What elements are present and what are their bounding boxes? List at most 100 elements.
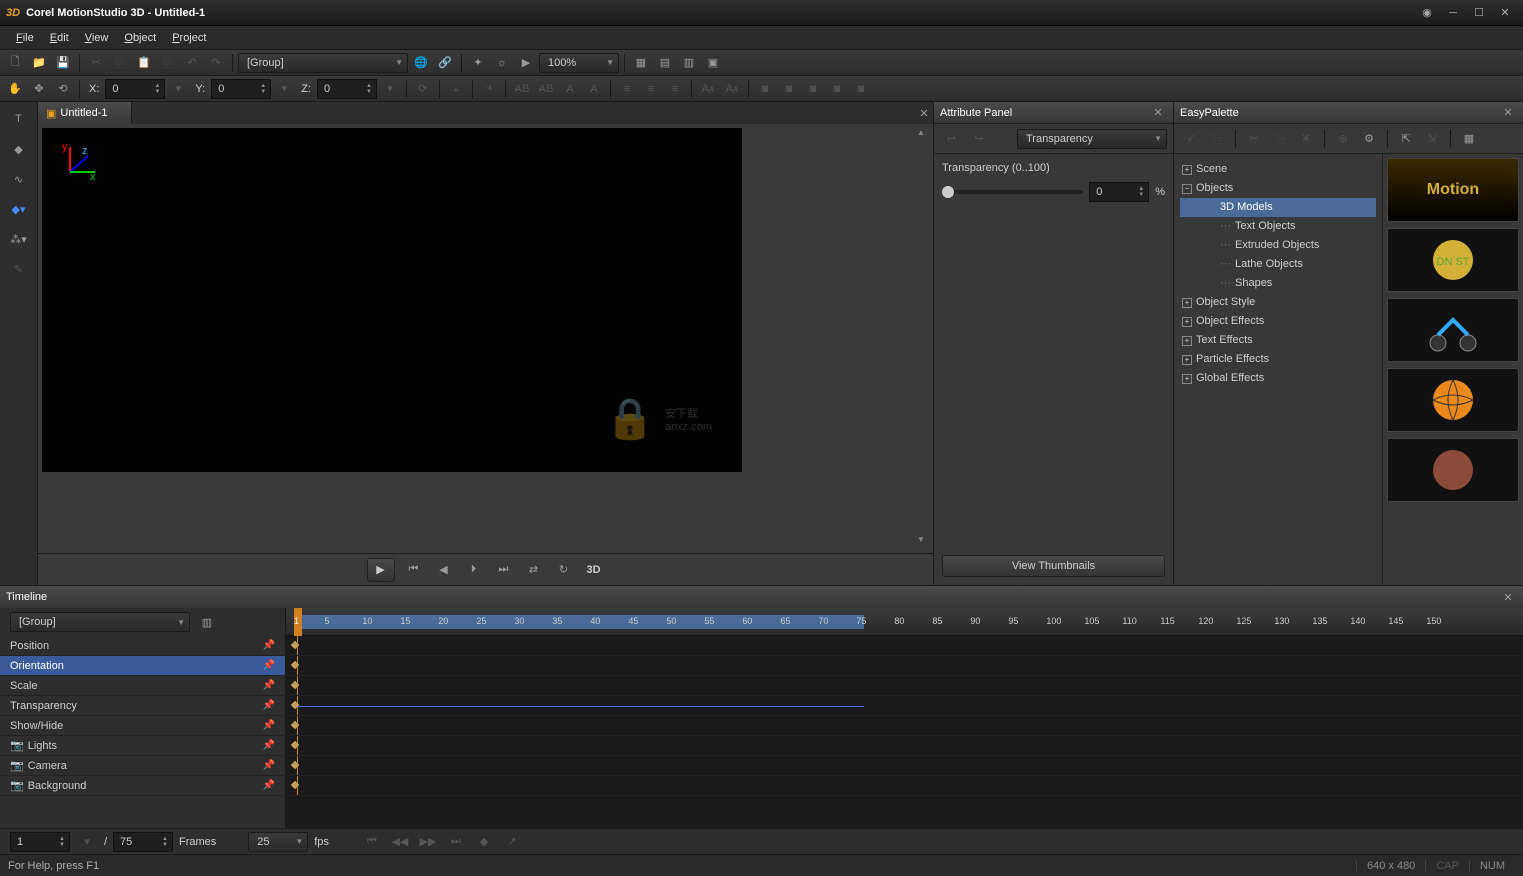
particle-tool-icon[interactable]: ⁂▾	[5, 226, 33, 252]
tree-text-effects[interactable]: +Text Effects	[1180, 331, 1376, 350]
align2-icon[interactable]: ⫞	[478, 78, 500, 100]
thumbnail-item[interactable]	[1387, 438, 1519, 502]
ep-grid-icon[interactable]: ▦	[1458, 128, 1480, 150]
cut-icon[interactable]: ✂	[85, 52, 107, 74]
cam1-icon[interactable]: ◙	[754, 78, 776, 100]
text2-icon[interactable]: AB	[535, 78, 557, 100]
tree-scene[interactable]: +Scene	[1180, 160, 1376, 179]
thumbnail-item[interactable]: Motion	[1387, 158, 1519, 222]
x-dropdown-icon[interactable]: ▾	[167, 78, 189, 100]
loop-icon[interactable]: ⇄	[523, 559, 545, 581]
timeline-area[interactable]: 1 51015202530354045505560657075808590951…	[286, 608, 1523, 828]
refresh-icon[interactable]: ⟳	[412, 78, 434, 100]
key-prev-icon[interactable]: ⏮	[361, 831, 383, 853]
move-icon[interactable]: ✥	[28, 78, 50, 100]
attr-next-icon[interactable]: ↪	[968, 128, 990, 150]
layout4-icon[interactable]: ▣	[702, 52, 724, 74]
primitive-tool-icon[interactable]: ◆▾	[5, 196, 33, 222]
minimize-button[interactable]: ─	[1441, 4, 1465, 22]
timeline-ruler[interactable]: 1 51015202530354045505560657075808590951…	[286, 608, 1523, 636]
cam2-icon[interactable]: ◙	[778, 78, 800, 100]
canvas-3d[interactable]: y z x 🔒安下载anxz.com	[42, 128, 742, 472]
play-preview-icon[interactable]: ▶	[515, 52, 537, 74]
transparency-slider[interactable]	[942, 190, 1083, 194]
tree-objects[interactable]: −Objects	[1180, 179, 1376, 198]
ep-add-icon[interactable]: ⊕	[1332, 128, 1354, 150]
help-icon[interactable]: ◉	[1415, 4, 1439, 22]
path-tool-icon[interactable]: ∿	[5, 166, 33, 192]
view-thumbnails-button[interactable]: View Thumbnails	[942, 555, 1165, 577]
tree-lathe[interactable]: ⋯Lathe Objects	[1180, 255, 1376, 274]
frame-dropdown-icon[interactable]: ▾	[76, 831, 98, 853]
layout3-icon[interactable]: ▥	[678, 52, 700, 74]
timeline-track-position[interactable]: Position📌	[0, 636, 285, 656]
prev-frame-icon[interactable]: ◀	[433, 559, 455, 581]
thumbnail-item[interactable]	[1387, 368, 1519, 432]
size2-icon[interactable]: Aᴀ	[721, 78, 743, 100]
cam3-icon[interactable]: ◙	[802, 78, 824, 100]
wand-icon[interactable]: ✦	[467, 52, 489, 74]
text4-icon[interactable]: A	[583, 78, 605, 100]
transparency-input[interactable]: ▲▼	[1089, 182, 1149, 202]
attr-prev-icon[interactable]: ↩	[940, 128, 962, 150]
shape-tool-icon[interactable]: ◆	[5, 136, 33, 162]
viewport-tab[interactable]: ▣ Untitled-1	[38, 102, 132, 124]
cam4-icon[interactable]: ◙	[826, 78, 848, 100]
maximize-button[interactable]: ☐	[1467, 4, 1491, 22]
size-icon[interactable]: Aᴀ	[697, 78, 719, 100]
redo-icon[interactable]: ↷	[205, 52, 227, 74]
key-back-icon[interactable]: ◀◀	[389, 831, 411, 853]
next-frame-icon[interactable]: ⏵	[463, 559, 485, 581]
x-input[interactable]: ▲▼	[105, 79, 165, 99]
align-left-icon[interactable]: ≡	[616, 78, 638, 100]
thumbnail-item[interactable]	[1387, 298, 1519, 362]
cam5-icon[interactable]: ◙	[850, 78, 872, 100]
paste-icon[interactable]: 📋	[133, 52, 155, 74]
tree-shapes[interactable]: ⋯Shapes	[1180, 274, 1376, 293]
z-input[interactable]: ▲▼	[317, 79, 377, 99]
menu-file[interactable]: File	[8, 30, 42, 46]
fps-combo[interactable]: 25▼	[248, 832, 308, 852]
tree-extruded[interactable]: ⋯Extruded Objects	[1180, 236, 1376, 255]
key-next-icon[interactable]: ⏭	[445, 831, 467, 853]
timeline-track-orientation[interactable]: Orientation📌	[0, 656, 285, 676]
menu-object[interactable]: Object	[116, 30, 164, 46]
total-frames-input[interactable]: ▲▼	[113, 832, 173, 852]
viewport-scrollbar[interactable]: ▲▼	[913, 128, 929, 549]
easypalette-close-icon[interactable]: ✕	[1499, 106, 1517, 119]
goto-start-icon[interactable]: ⏮	[403, 559, 425, 581]
layout2-icon[interactable]: ▤	[654, 52, 676, 74]
thumbnail-item[interactable]: DN ST	[1387, 228, 1519, 292]
duplicate-icon[interactable]: ⿻	[157, 52, 179, 74]
goto-end-icon[interactable]: ⏭	[493, 559, 515, 581]
open-icon[interactable]: 📁	[28, 52, 50, 74]
key-share-icon[interactable]: ↗	[501, 831, 523, 853]
undo-icon[interactable]: ↶	[181, 52, 203, 74]
timeline-track-scale[interactable]: Scale📌	[0, 676, 285, 696]
new-icon[interactable]: 🗋	[4, 52, 26, 74]
text1-icon[interactable]: AB	[511, 78, 533, 100]
tree-global-effects[interactable]: +Global Effects	[1180, 369, 1376, 388]
align-center-icon[interactable]: ≡	[640, 78, 662, 100]
rotate-icon[interactable]: ⟲	[52, 78, 74, 100]
current-frame-input[interactable]: ▲▼	[10, 832, 70, 852]
menu-project[interactable]: Project	[164, 30, 214, 46]
globe-icon[interactable]: 🌐	[410, 52, 432, 74]
text-tool-icon[interactable]: T	[5, 106, 33, 132]
attribute-combo[interactable]: Transparency▼	[1017, 129, 1167, 149]
menu-view[interactable]: View	[77, 30, 117, 46]
menu-edit[interactable]: Edit	[42, 30, 77, 46]
key-add-icon[interactable]: ◆	[473, 831, 495, 853]
tree-3d-models[interactable]: 3D Models	[1180, 198, 1376, 217]
ep-check-icon[interactable]: ✓	[1180, 128, 1202, 150]
timeline-list-icon[interactable]: ▥	[196, 611, 218, 633]
ep-delete-icon[interactable]: ✕	[1295, 128, 1317, 150]
ep-gear-icon[interactable]: ⚙	[1358, 128, 1380, 150]
ep-export-icon[interactable]: ⇲	[1421, 128, 1443, 150]
save-icon[interactable]: 💾	[52, 52, 74, 74]
viewport-close-icon[interactable]: ✕	[915, 107, 933, 120]
edit-tool-icon[interactable]: ✎	[5, 256, 33, 282]
ep-paste-icon[interactable]: ⿻	[1269, 128, 1291, 150]
align1-icon[interactable]: ⫠	[445, 78, 467, 100]
timeline-track-transparency[interactable]: Transparency📌	[0, 696, 285, 716]
